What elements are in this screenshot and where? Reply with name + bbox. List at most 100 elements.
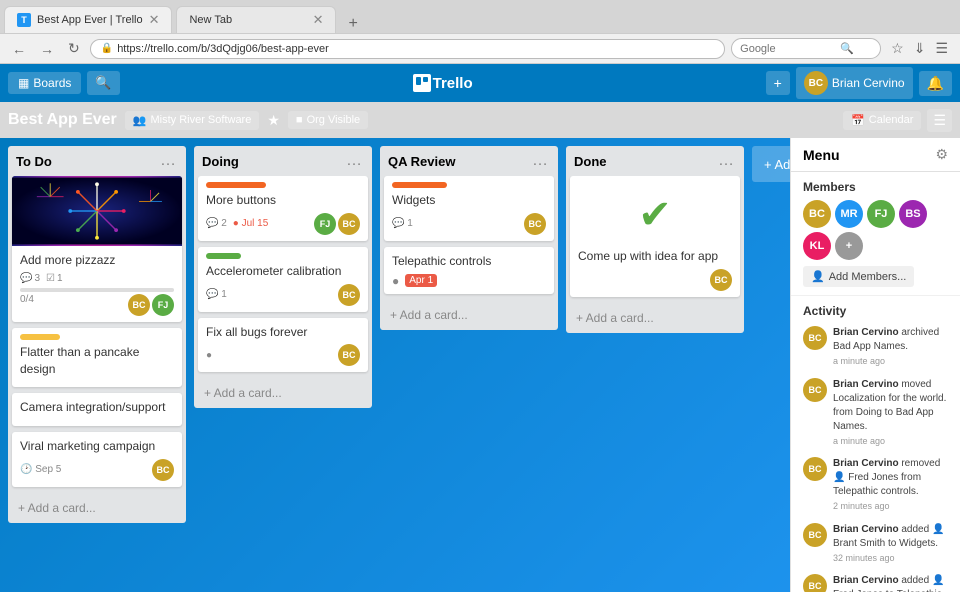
tab-trello[interactable]: T Best App Ever | Trello ✕ xyxy=(4,6,172,33)
board-team-button[interactable]: 👥 Misty River Software xyxy=(125,111,260,130)
card-meta-buttons: 💬 2 ● Jul 15 FJ BC xyxy=(206,213,360,235)
card-date-btn: ● Jul 15 xyxy=(233,218,269,229)
checkmark-icon: ✔ xyxy=(578,182,732,248)
card-meta-bugs: ● BC xyxy=(206,344,360,366)
board-right: 📅 Calendar ☰ xyxy=(843,109,952,132)
notification-button[interactable]: 🔔 xyxy=(919,71,952,96)
bookmark-btn[interactable]: ☆ xyxy=(887,38,908,59)
card-cover-firework: ✎ xyxy=(12,176,182,246)
list-menu-todo[interactable]: … xyxy=(158,152,178,170)
card-telepathic[interactable]: Telepathic controls ● Apr 1 xyxy=(384,247,554,294)
url-bar[interactable]: 🔒 https://trello.com/b/3dQdjg06/best-app… xyxy=(90,39,725,59)
add-card-doing[interactable]: + Add a card... xyxy=(198,382,368,404)
card-members-viral: BC xyxy=(152,459,174,481)
forward-button[interactable]: → xyxy=(36,39,58,59)
list-menu-done[interactable]: … xyxy=(716,152,736,170)
member-bc: BC xyxy=(128,294,150,316)
activity-avatar: BC xyxy=(803,457,827,481)
tab-close-btn[interactable]: ✕ xyxy=(149,12,160,28)
list-footer-doing: + Add a card... xyxy=(194,378,372,408)
progress-label: 0/4 xyxy=(20,294,34,316)
list-title-done: Done xyxy=(574,154,716,169)
user-avatar: BC xyxy=(804,71,828,95)
trello-logo-text: Trello xyxy=(433,75,473,92)
card-meta-accel: 💬 1 BC xyxy=(206,284,360,306)
reload-button[interactable]: ↻ xyxy=(64,38,84,59)
member-avatar-bc: BC xyxy=(803,200,831,228)
list-title-todo: To Do xyxy=(16,154,158,169)
member-avatar-plus: + xyxy=(835,232,863,260)
card-label-orange-buttons xyxy=(206,182,266,188)
header-right: + BC Brian Cervino 🔔 xyxy=(766,67,952,99)
browser-actions: ☆ ⇓ ☰ xyxy=(887,38,952,59)
add-card-qa[interactable]: + Add a card... xyxy=(384,304,554,326)
lock-icon: 🔒 xyxy=(101,43,113,54)
member-xy: FJ xyxy=(152,294,174,316)
download-btn[interactable]: ⇓ xyxy=(910,38,930,59)
board-header: Best App Ever 👥 Misty River Software ★ ■… xyxy=(0,102,960,138)
tab-newtab-close[interactable]: ✕ xyxy=(313,12,324,28)
show-menu-button[interactable]: ☰ xyxy=(927,109,952,132)
trello-header: ▦ Boards 🔍 Trello + BC Brian Cervino 🔔 xyxy=(0,64,960,102)
list-menu-qa[interactable]: … xyxy=(530,152,550,170)
add-card-todo[interactable]: + Add a card... xyxy=(12,497,182,519)
card-members-pizzazz: BC FJ xyxy=(128,294,174,316)
org-label: Org Visible xyxy=(307,114,361,126)
sidebar-menu-header: Menu ⚙ xyxy=(791,138,960,172)
card-flat[interactable]: Flatter than a pancake design xyxy=(12,328,182,388)
list-todo: To Do … xyxy=(8,146,186,523)
sidebar-settings-button[interactable]: ⚙ xyxy=(935,146,948,163)
url-text: https://trello.com/b/3dQdjg06/best-app-e… xyxy=(117,43,329,55)
back-button[interactable]: ← xyxy=(8,39,30,59)
header-left: ▦ Boards 🔍 xyxy=(8,71,120,95)
card-widgets[interactable]: Widgets 💬 1 BC xyxy=(384,176,554,241)
member-bc-btn: BC xyxy=(338,213,360,235)
card-title-idea: Come up with idea for app xyxy=(578,248,732,265)
activity-item: BC Brian Cervino moved Localization for … xyxy=(803,378,948,448)
sidebar: Menu ⚙ Members BC MR FJ BS KL + 👤 Add Me… xyxy=(790,138,960,592)
member-bc-widgets: BC xyxy=(524,213,546,235)
org-button[interactable]: ■ Org Visible xyxy=(288,111,368,129)
card-members-widgets: BC xyxy=(524,213,546,235)
card-pizzazz[interactable]: ✎ Add more pizzazz 💬 3 ☑ 1 0/4 xyxy=(12,176,182,322)
list-header-qa: QA Review … xyxy=(380,146,558,176)
card-idea[interactable]: ✔ Come up with idea for app BC xyxy=(570,176,740,297)
card-viral[interactable]: Viral marketing campaign 🕑 Sep 5 BC xyxy=(12,432,182,487)
add-members-button[interactable]: 👤 Add Members... xyxy=(803,266,914,287)
card-title-bugs: Fix all bugs forever xyxy=(206,324,360,341)
activity-time: a minute ago xyxy=(833,435,948,448)
member-bc-accel: BC xyxy=(338,284,360,306)
card-comment-btn: 💬 2 xyxy=(206,218,227,229)
member-fj-btn: FJ xyxy=(314,213,336,235)
new-tab-button[interactable]: + xyxy=(344,15,361,33)
card-title-flat: Flatter than a pancake design xyxy=(20,344,174,378)
search-bar[interactable]: 🔍 xyxy=(731,38,881,59)
star-button[interactable]: ★ xyxy=(267,112,280,129)
card-date-telepathic: Apr 1 xyxy=(405,274,437,287)
user-badge[interactable]: BC Brian Cervino xyxy=(796,67,913,99)
list-menu-doing[interactable]: … xyxy=(344,152,364,170)
menu-btn[interactable]: ☰ xyxy=(931,38,952,59)
list-header-done: Done … xyxy=(566,146,744,176)
sidebar-menu-title: Menu xyxy=(803,147,935,163)
list-cards-qa: Widgets 💬 1 BC Telepathic controls ● xyxy=(380,176,558,300)
calendar-icon: 📅 xyxy=(851,114,865,127)
list-cards-doing: More buttons 💬 2 ● Jul 15 FJ BC xyxy=(194,176,372,378)
list-title-qa: QA Review xyxy=(388,154,530,169)
add-button[interactable]: + xyxy=(766,71,790,95)
card-bugs[interactable]: Fix all bugs forever ● BC xyxy=(198,318,368,373)
tab-newtab[interactable]: New Tab ✕ xyxy=(176,6,336,33)
card-buttons[interactable]: More buttons 💬 2 ● Jul 15 FJ BC xyxy=(198,176,368,241)
search-icon: 🔍 xyxy=(840,42,854,55)
search-button[interactable]: 🔍 xyxy=(87,71,119,95)
search-input[interactable] xyxy=(740,43,840,55)
card-accel[interactable]: Accelerometer calibration 💬 1 BC xyxy=(198,247,368,312)
card-title-pizzazz: Add more pizzazz xyxy=(20,252,174,269)
add-card-done[interactable]: + Add a card... xyxy=(570,307,740,329)
card-camera[interactable]: Camera integration/support xyxy=(12,393,182,426)
address-bar: ← → ↻ 🔒 https://trello.com/b/3dQdjg06/be… xyxy=(0,33,960,63)
add-list-button[interactable]: + Add a list... xyxy=(752,146,790,182)
boards-button[interactable]: ▦ Boards xyxy=(8,72,81,94)
calendar-button[interactable]: 📅 Calendar xyxy=(843,111,921,130)
tab-newtab-title: New Tab xyxy=(189,14,306,26)
